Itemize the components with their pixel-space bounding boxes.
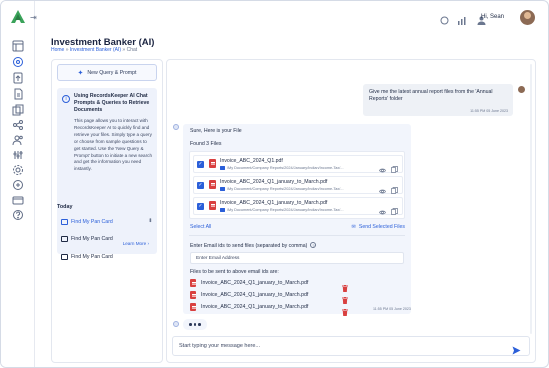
- help-icon[interactable]: [12, 208, 24, 220]
- document-icon[interactable]: [12, 87, 24, 100]
- billing-icon[interactable]: [12, 193, 24, 205]
- breadcrumb: Home » Investment Banker (AI) » Chat: [51, 47, 138, 53]
- send-selected-button[interactable]: ✉ Send Selected Files: [352, 224, 406, 230]
- more-options-icon[interactable]: •••: [146, 218, 152, 221]
- send-icon[interactable]: [512, 342, 521, 355]
- history-item[interactable]: Find My Pan Card •••: [57, 216, 157, 228]
- file-row[interactable]: ✓ Invoice_ABC_2024_Q1_january_to_March.p…: [193, 176, 403, 194]
- file-checkbox[interactable]: ✓: [197, 203, 204, 210]
- chat-icon: [61, 236, 68, 242]
- history-section-title: Today: [57, 204, 73, 210]
- icon-rail: [1, 1, 35, 367]
- help-icon[interactable]: ?: [310, 242, 317, 248]
- bot-message: Sure, Here is your File Found 3 Files ✓ …: [183, 124, 411, 316]
- avatar[interactable]: [520, 10, 535, 25]
- file-row[interactable]: ✓ Invoice_ABC_2024_Q1.pdf /My Document/C…: [193, 155, 403, 173]
- pdf-icon: [190, 279, 196, 287]
- sparkle-icon: ✦: [77, 69, 84, 77]
- share-icon[interactable]: [12, 118, 24, 130]
- pdf-icon: [190, 291, 196, 299]
- settings-icon[interactable]: [12, 148, 24, 160]
- send-file-row: Invoice_ABC_2024_Q1_january_to_March.pdf: [190, 291, 350, 304]
- file-list: ✓ Invoice_ABC_2024_Q1.pdf /My Document/C…: [189, 151, 405, 219]
- app-logo[interactable]: [11, 10, 25, 23]
- message-timestamp: 11:55 PM 05 June 2023: [470, 109, 508, 113]
- typing-indicator: [183, 319, 207, 330]
- breadcrumb-investment-banker[interactable]: Investment Banker (AI): [70, 47, 121, 53]
- folder-icon: [220, 166, 225, 170]
- ai-chat-icon[interactable]: [12, 55, 24, 67]
- file-checkbox[interactable]: ✓: [197, 161, 204, 168]
- eye-icon[interactable]: [379, 182, 386, 194]
- scrollbar[interactable]: [530, 64, 532, 334]
- copy-icon[interactable]: [391, 160, 398, 173]
- send-file-row: Invoice_ABC_2024_Q1_january_to_March.pdf: [190, 279, 350, 292]
- user-avatar: [518, 86, 525, 93]
- history-item[interactable]: Find My Pan Card: [57, 251, 157, 263]
- info-body: This page allows you to interact with Re…: [74, 118, 152, 172]
- brightness-icon[interactable]: [439, 13, 450, 25]
- chat-panel: Give me the latest annual report files f…: [166, 59, 536, 363]
- history-item[interactable]: Find My Pan Card: [57, 233, 157, 245]
- app-window: ⇥ Hi, Sean Investment Banker (AI) Home »…: [0, 0, 549, 368]
- user-message: Give me the latest annual report files f…: [363, 84, 513, 116]
- history-panel: ✦ New Query & Prompt i Using RecordsKeep…: [51, 59, 163, 363]
- info-card: i Using RecordsKeeper AI Chat Prompts & …: [57, 88, 157, 254]
- chat-icon: [61, 254, 68, 260]
- pdf-icon: [209, 180, 216, 189]
- file-row[interactable]: ✓ Invoice_ABC_2024_Q1_january_to_March.p…: [193, 197, 403, 215]
- breadcrumb-current: Chat: [126, 47, 138, 53]
- folder-icon: [220, 208, 225, 212]
- info-title: Using RecordsKeeper AI Chat Prompts & Qu…: [74, 93, 150, 113]
- eye-icon[interactable]: [379, 161, 386, 173]
- copy-icon[interactable]: [391, 202, 398, 215]
- email-field[interactable]: Enter Email Address: [190, 252, 404, 264]
- chart-icon[interactable]: [457, 13, 468, 25]
- delete-icon[interactable]: [342, 291, 348, 304]
- file-checkbox[interactable]: ✓: [197, 182, 204, 189]
- divider: [189, 235, 405, 236]
- mail-icon: ✉: [351, 224, 356, 230]
- top-bar: Hi, Sean: [35, 1, 548, 35]
- gear-icon[interactable]: [12, 163, 24, 175]
- users-icon[interactable]: [12, 133, 24, 146]
- send-file-row: Invoice_ABC_2024_Q1_january_to_March.pdf: [190, 303, 350, 316]
- breadcrumb-home[interactable]: Home: [51, 47, 64, 53]
- pdf-icon: [190, 303, 196, 311]
- dashboard-icon[interactable]: [12, 39, 24, 52]
- delete-icon[interactable]: [342, 279, 348, 292]
- chat-icon: [61, 219, 68, 225]
- delete-icon[interactable]: [342, 303, 348, 316]
- pdf-icon: [209, 201, 216, 210]
- new-query-button[interactable]: ✦ New Query & Prompt: [57, 64, 157, 81]
- copy-icon[interactable]: [391, 181, 398, 194]
- message-timestamp: 11:55 PM 05 June 2023: [373, 307, 411, 311]
- select-all-link[interactable]: Select All: [190, 224, 211, 230]
- send-files-label: Files to be sent to above email ids are:: [190, 269, 279, 275]
- greeting-text: Hi, Sean: [481, 14, 505, 20]
- folder-icon: [220, 187, 225, 191]
- bot-avatar: [173, 321, 179, 327]
- bot-avatar: [173, 124, 179, 130]
- pdf-icon: [209, 159, 216, 168]
- info-icon: i: [62, 95, 70, 103]
- email-label: Enter Email ids to send files (separated…: [190, 242, 317, 249]
- upload-icon[interactable]: [12, 71, 24, 84]
- message-input[interactable]: Start typing your message here...: [172, 336, 530, 356]
- integrations-icon[interactable]: [12, 178, 24, 190]
- eye-icon[interactable]: [379, 203, 386, 215]
- files-icon[interactable]: [12, 103, 24, 116]
